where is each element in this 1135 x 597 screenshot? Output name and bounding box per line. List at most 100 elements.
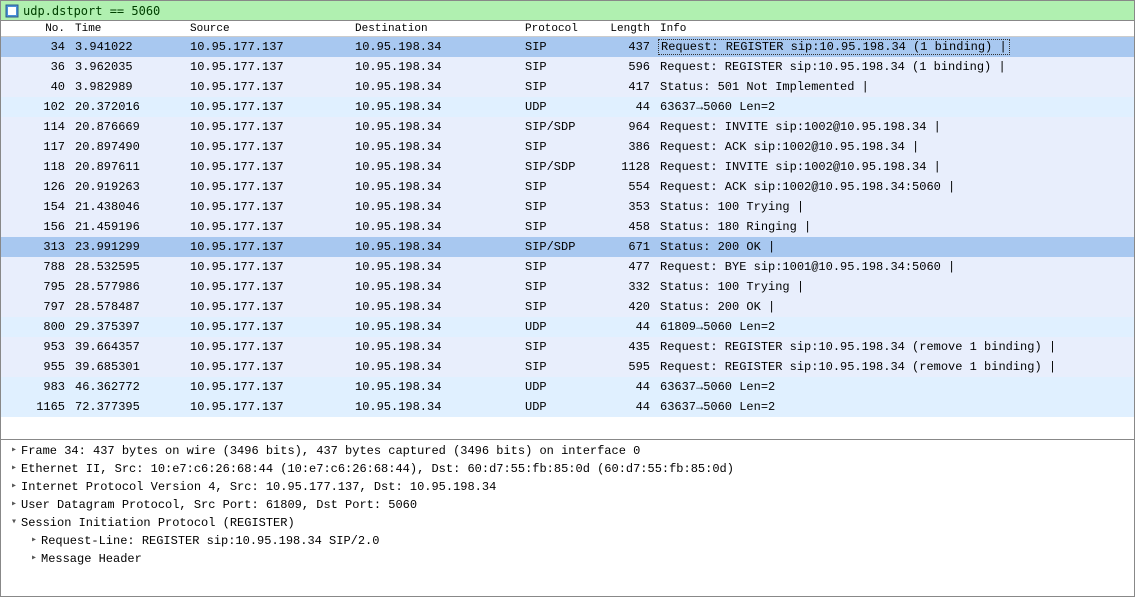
cell-no: 40 [1,80,71,94]
cell-len: 458 [601,220,656,234]
cell-len: 671 [601,240,656,254]
cell-source: 10.95.177.137 [186,300,351,314]
col-header-time[interactable]: Time [71,23,186,35]
packet-row[interactable]: 31323.99129910.95.177.13710.95.198.34SIP… [1,237,1134,257]
col-header-proto[interactable]: Protocol [521,23,601,35]
packet-row[interactable]: 15421.43804610.95.177.13710.95.198.34SIP… [1,197,1134,217]
cell-info: 63637→5060 Len=2 [656,100,1134,114]
detail-tree-item[interactable]: ▸Ethernet II, Src: 10:e7:c6:26:68:44 (10… [7,460,1128,478]
cell-info: Status: 501 Not Implemented | [656,80,1134,94]
filter-icon [5,4,19,18]
expander-closed-icon[interactable]: ▸ [27,532,41,550]
detail-text: User Datagram Protocol, Src Port: 61809,… [21,496,417,514]
cell-info: Request: INVITE sip:1002@10.95.198.34 | [656,160,1134,174]
cell-dest: 10.95.198.34 [351,360,521,374]
detail-text: Ethernet II, Src: 10:e7:c6:26:68:44 (10:… [21,460,734,478]
cell-proto: UDP [521,400,601,414]
cell-no: 102 [1,100,71,114]
cell-source: 10.95.177.137 [186,320,351,334]
col-header-info[interactable]: Info [656,23,1134,35]
cell-dest: 10.95.198.34 [351,380,521,394]
cell-len: 595 [601,360,656,374]
cell-info: Request: INVITE sip:1002@10.95.198.34 | [656,120,1134,134]
col-header-dest[interactable]: Destination [351,23,521,35]
packet-row[interactable]: 79728.57848710.95.177.13710.95.198.34SIP… [1,297,1134,317]
cell-source: 10.95.177.137 [186,260,351,274]
detail-tree-item[interactable]: ▸User Datagram Protocol, Src Port: 61809… [7,496,1128,514]
packet-row[interactable]: 98346.36277210.95.177.13710.95.198.34UDP… [1,377,1134,397]
cell-no: 797 [1,300,71,314]
cell-len: 44 [601,380,656,394]
cell-time: 3.962035 [71,60,186,74]
cell-proto: SIP [521,80,601,94]
cell-no: 126 [1,180,71,194]
cell-proto: UDP [521,100,601,114]
cell-proto: SIP [521,300,601,314]
packet-list-pane[interactable]: No. Time Source Destination Protocol Len… [1,21,1134,439]
expander-closed-icon[interactable]: ▸ [7,442,21,460]
cell-time: 46.362772 [71,380,186,394]
detail-text: Internet Protocol Version 4, Src: 10.95.… [21,478,496,496]
cell-time: 28.532595 [71,260,186,274]
expander-closed-icon[interactable]: ▸ [7,460,21,478]
col-header-source[interactable]: Source [186,23,351,35]
cell-proto: SIP/SDP [521,240,601,254]
cell-info: Request: REGISTER sip:10.95.198.34 (remo… [656,360,1134,374]
packet-details-pane[interactable]: ▸Frame 34: 437 bytes on wire (3496 bits)… [1,439,1134,579]
packet-row[interactable]: 343.94102210.95.177.13710.95.198.34SIP43… [1,37,1134,57]
cell-dest: 10.95.198.34 [351,120,521,134]
packet-list-header[interactable]: No. Time Source Destination Protocol Len… [1,21,1134,37]
packet-row[interactable]: 12620.91926310.95.177.13710.95.198.34SIP… [1,177,1134,197]
cell-time: 23.991299 [71,240,186,254]
cell-proto: SIP [521,260,601,274]
cell-proto: SIP/SDP [521,120,601,134]
display-filter-bar[interactable]: udp.dstport == 5060 [1,1,1134,21]
detail-tree-item[interactable]: ▸Internet Protocol Version 4, Src: 10.95… [7,478,1128,496]
cell-no: 118 [1,160,71,174]
cell-no: 156 [1,220,71,234]
packet-row[interactable]: 95339.66435710.95.177.13710.95.198.34SIP… [1,337,1134,357]
cell-dest: 10.95.198.34 [351,180,521,194]
cell-no: 795 [1,280,71,294]
detail-tree-item[interactable]: ▾Session Initiation Protocol (REGISTER) [7,514,1128,532]
packet-row[interactable]: 79528.57798610.95.177.13710.95.198.34SIP… [1,277,1134,297]
packet-row[interactable]: 11420.87666910.95.177.13710.95.198.34SIP… [1,117,1134,137]
packet-row[interactable]: 80029.37539710.95.177.13710.95.198.34UDP… [1,317,1134,337]
expander-closed-icon[interactable]: ▸ [27,550,41,568]
display-filter-text[interactable]: udp.dstport == 5060 [23,4,160,18]
detail-tree-item[interactable]: ▸Message Header [7,550,1128,568]
cell-time: 29.375397 [71,320,186,334]
cell-source: 10.95.177.137 [186,240,351,254]
detail-tree-item[interactable]: ▸Frame 34: 437 bytes on wire (3496 bits)… [7,442,1128,460]
cell-proto: SIP [521,280,601,294]
detail-tree-item[interactable]: ▸Request-Line: REGISTER sip:10.95.198.34… [7,532,1128,550]
expander-open-icon[interactable]: ▾ [7,514,21,532]
packet-row[interactable]: 403.98298910.95.177.13710.95.198.34SIP41… [1,77,1134,97]
col-header-len[interactable]: Length [601,23,656,35]
cell-info: Status: 100 Trying | [656,200,1134,214]
packet-row[interactable]: 15621.45919610.95.177.13710.95.198.34SIP… [1,217,1134,237]
cell-len: 477 [601,260,656,274]
packet-rows[interactable]: 343.94102210.95.177.13710.95.198.34SIP43… [1,37,1134,417]
packet-row[interactable]: 78828.53259510.95.177.13710.95.198.34SIP… [1,257,1134,277]
cell-dest: 10.95.198.34 [351,140,521,154]
cell-source: 10.95.177.137 [186,380,351,394]
cell-info: Status: 100 Trying | [656,280,1134,294]
cell-time: 28.577986 [71,280,186,294]
cell-len: 353 [601,200,656,214]
packet-row[interactable]: 10220.37201610.95.177.13710.95.198.34UDP… [1,97,1134,117]
cell-info: Status: 200 OK | [656,300,1134,314]
packet-row[interactable]: 95539.68530110.95.177.13710.95.198.34SIP… [1,357,1134,377]
col-header-no[interactable]: No. [1,23,71,35]
cell-info: 61809→5060 Len=2 [656,320,1134,334]
packet-row[interactable]: 11720.89749010.95.177.13710.95.198.34SIP… [1,137,1134,157]
cell-info: Request: REGISTER sip:10.95.198.34 (1 bi… [656,60,1134,74]
expander-closed-icon[interactable]: ▸ [7,496,21,514]
cell-source: 10.95.177.137 [186,220,351,234]
packet-row[interactable]: 11820.89761110.95.177.13710.95.198.34SIP… [1,157,1134,177]
packet-row[interactable]: 116572.37739510.95.177.13710.95.198.34UD… [1,397,1134,417]
expander-closed-icon[interactable]: ▸ [7,478,21,496]
cell-time: 3.982989 [71,80,186,94]
cell-source: 10.95.177.137 [186,400,351,414]
packet-row[interactable]: 363.96203510.95.177.13710.95.198.34SIP59… [1,57,1134,77]
